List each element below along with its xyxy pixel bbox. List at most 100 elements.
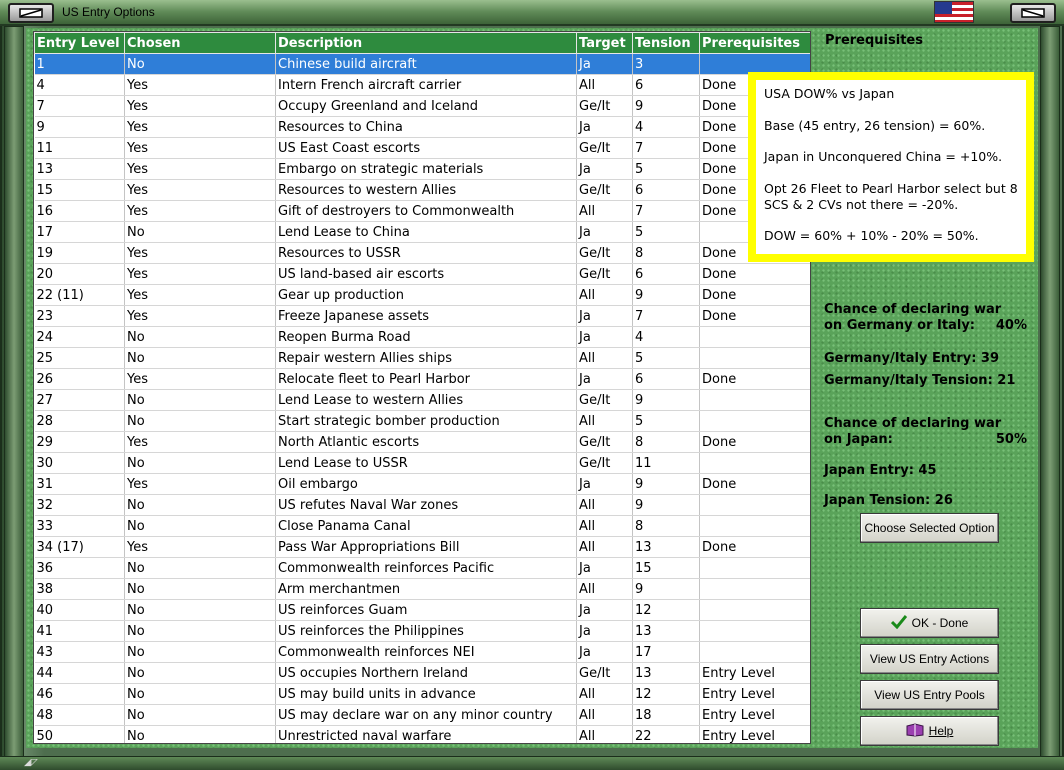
cell-tension: 13 (632, 662, 700, 684)
table-row[interactable]: 33 No Close Panama Canal All 8 (34, 515, 810, 537)
help-button-label: Help (928, 724, 954, 738)
cell-chosen: No (124, 515, 276, 537)
table-row[interactable]: 44 No US occupies Northern Ireland Ge/It 13 E… (34, 662, 810, 684)
table-row[interactable]: 30 No Lend Lease to USSR Ge/It 11 (34, 452, 810, 474)
table-row[interactable]: 23 Yes Freeze Japanese assets Ja 7 Done (34, 305, 810, 327)
view-us-entry-actions-button[interactable]: View US Entry Actions (860, 644, 999, 674)
cell-target: Ge/It (576, 389, 633, 411)
cell-chosen: No (124, 221, 276, 243)
table-row[interactable]: 31 Yes Oil embargo Ja 9 Done (34, 473, 810, 495)
choose-selected-option-button[interactable]: Choose Selected Option (860, 513, 999, 543)
cell-target: Ge/It (576, 95, 633, 117)
cell-description: Lend Lease to China (275, 221, 577, 243)
cell-description: Resources to China (275, 116, 577, 138)
cell-target: Ja (576, 158, 633, 180)
restore-icon (18, 4, 44, 23)
cell-description: North Atlantic escorts (275, 431, 577, 453)
cell-description: Gift of destroyers to Commonwealth (275, 200, 577, 222)
title-bar[interactable]: US Entry Options (0, 0, 1064, 26)
cell-tension: 15 (632, 557, 700, 579)
ok-done-button[interactable]: OK - Done (860, 608, 999, 638)
cell-chosen: Yes (124, 536, 276, 558)
table-row[interactable]: 13 Yes Embargo on strategic materials Ja 5 Do… (34, 158, 810, 180)
note-line: Base (45 entry, 26 tension) = 60%. (764, 117, 986, 133)
table-row[interactable]: 28 No Start strategic bomber production All… (34, 410, 810, 432)
table-row[interactable]: 25 No Repair western Allies ships All 5 (34, 347, 810, 369)
col-header-prerequisites[interactable]: Prerequisites (699, 32, 810, 54)
table-row[interactable]: 40 No US reinforces Guam Ja 12 (34, 599, 810, 621)
cell-entry-level: 40 (34, 599, 125, 621)
table-row[interactable]: 34 (17) Yes Pass War Appropriations Bill Al… (34, 536, 810, 558)
help-button[interactable]: Help (860, 716, 999, 746)
cell-target: Ja (576, 305, 633, 327)
cell-tension: 4 (632, 326, 700, 348)
entry-options-table[interactable]: Entry Level Chosen Description Target Te… (33, 31, 811, 744)
cell-tension: 8 (632, 431, 700, 453)
col-header-chosen[interactable]: Chosen (124, 32, 276, 54)
main-panel: Entry Level Chosen Description Target Te… (26, 28, 1038, 748)
cell-chosen: Yes (124, 431, 276, 453)
cell-description: US reinforces Guam (275, 599, 577, 621)
choose-button-label: Choose Selected Option (864, 521, 995, 535)
cell-chosen: No (124, 410, 276, 432)
table-row[interactable]: 19 Yes Resources to USSR Ge/It 8 Done (34, 242, 810, 264)
table-row[interactable]: 27 No Lend Lease to western Allies Ge/It 9 (34, 389, 810, 411)
cell-tension: 4 (632, 116, 700, 138)
cell-prerequisites: Done (699, 431, 810, 453)
cell-tension: 9 (632, 95, 700, 117)
table-row[interactable]: 24 No Reopen Burma Road Ja 4 (34, 326, 810, 348)
cell-chosen: No (124, 662, 276, 684)
table-row[interactable]: 50 No Unrestricted naval warfare All 22 Entry… (34, 725, 810, 743)
cell-prerequisites: Entry Level (699, 704, 810, 726)
table-row[interactable]: 15 Yes Resources to western Allies Ge/It 6 Do… (34, 179, 810, 201)
table-row[interactable]: 1 No Chinese build aircraft Ja 3 (34, 53, 810, 75)
cell-tension: 7 (632, 305, 700, 327)
minimize-button[interactable] (1010, 3, 1056, 23)
table-row[interactable]: 20 Yes US land-based air escorts Ge/It 6 Done (34, 263, 810, 285)
cell-prerequisites: Done (699, 284, 810, 306)
cell-entry-level: 24 (34, 326, 125, 348)
cell-description: Close Panama Canal (275, 515, 577, 537)
cell-entry-level: 44 (34, 662, 125, 684)
table-row[interactable]: 26 Yes Relocate fleet to Pearl Harbor Ja 6 Do… (34, 368, 810, 390)
table-row[interactable]: 46 No US may build units in advance All 12 En… (34, 683, 810, 705)
cell-target: All (576, 725, 633, 743)
table-row[interactable]: 4 Yes Intern French aircraft carrier All 6 Do… (34, 74, 810, 96)
restore-button[interactable] (8, 3, 54, 23)
table-row[interactable]: 32 No US refutes Naval War zones All 9 (34, 494, 810, 516)
cell-target: All (576, 347, 633, 369)
table-row[interactable]: 11 Yes US East Coast escorts Ge/It 7 Done (34, 137, 810, 159)
table-row[interactable]: 17 No Lend Lease to China Ja 5 (34, 221, 810, 243)
table-row[interactable]: 38 No Arm merchantmen All 9 (34, 578, 810, 600)
ge-chance-line1: Chance of declaring war (824, 302, 1002, 317)
cell-entry-level: 38 (34, 578, 125, 600)
resize-handle-icon[interactable]: ◢◸ (24, 758, 38, 768)
left-frame-rail (4, 26, 24, 758)
table-row[interactable]: 43 No Commonwealth reinforces NEI Ja 17 (34, 641, 810, 663)
table-row[interactable]: 9 Yes Resources to China Ja 4 Done (34, 116, 810, 138)
cell-target: Ja (576, 116, 633, 138)
table-row[interactable]: 16 Yes Gift of destroyers to Commonwealth A… (34, 200, 810, 222)
table-row[interactable]: 22 (11) Yes Gear up production All 9 Done (34, 284, 810, 306)
cell-prerequisites: Done (699, 305, 810, 327)
col-header-description[interactable]: Description (275, 32, 577, 54)
col-header-target[interactable]: Target (576, 32, 633, 54)
col-header-tension[interactable]: Tension (632, 32, 700, 54)
cell-tension: 9 (632, 494, 700, 516)
table-row[interactable]: 7 Yes Occupy Greenland and Iceland Ge/It 9 Do… (34, 95, 810, 117)
cell-entry-level: 29 (34, 431, 125, 453)
table-row[interactable]: 48 No US may declare war on any minor coun… (34, 704, 810, 726)
cell-tension: 22 (632, 725, 700, 743)
cell-target: All (576, 410, 633, 432)
right-frame-rail (1040, 26, 1060, 758)
prerequisites-note: USA DOW% vs Japan Base (45 entry, 26 ten… (748, 72, 1034, 262)
table-row[interactable]: 29 Yes North Atlantic escorts Ge/It 8 Done (34, 431, 810, 453)
table-row[interactable]: 41 No US reinforces the Philippines Ja 13 (34, 620, 810, 642)
cell-target: Ja (576, 557, 633, 579)
cell-tension: 6 (632, 368, 700, 390)
cell-entry-level: 50 (34, 725, 125, 743)
col-header-entry-level[interactable]: Entry Level (34, 32, 125, 54)
view-us-entry-pools-button[interactable]: View US Entry Pools (860, 680, 999, 710)
cell-target: All (576, 683, 633, 705)
table-row[interactable]: 36 No Commonwealth reinforces Pacific Ja 15 (34, 557, 810, 579)
